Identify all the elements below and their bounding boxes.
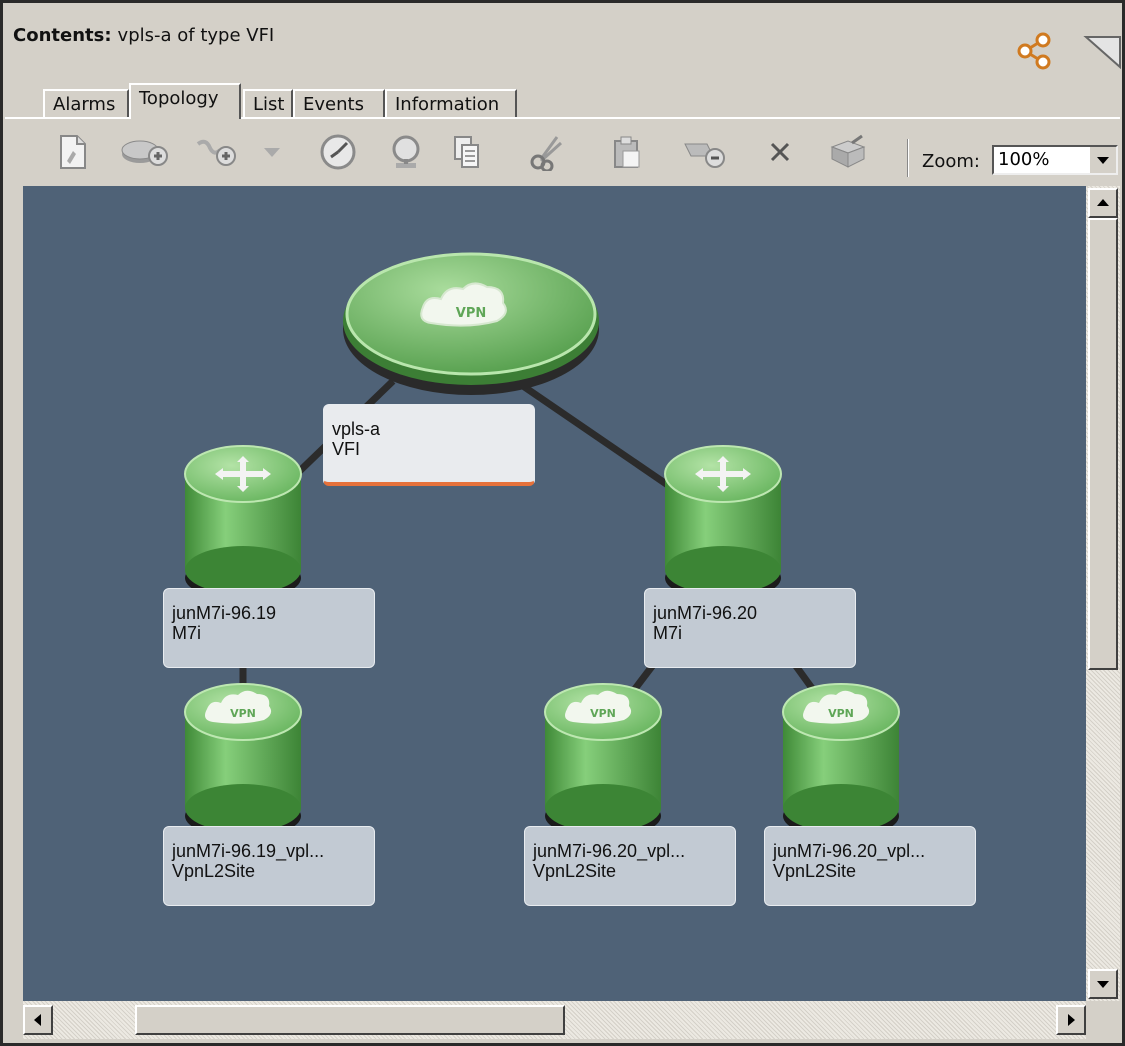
- zoom-dropdown-button[interactable]: [1088, 147, 1116, 173]
- toolbar-separator: [907, 139, 909, 177]
- share-icon[interactable]: [1015, 31, 1055, 71]
- node-junM7i-96.19[interactable]: [184, 445, 302, 600]
- node-junM7i-96.20[interactable]: [664, 445, 782, 600]
- export-icon: [830, 134, 866, 168]
- clock-icon: [320, 134, 356, 170]
- node-vpls-a[interactable]: VPN: [343, 252, 599, 395]
- cut-icon: [530, 136, 563, 171]
- node-type: M7i: [172, 623, 202, 643]
- zoom-value: 100%: [998, 149, 1050, 170]
- new-page-button[interactable]: [51, 131, 93, 173]
- node-type: M7i: [653, 623, 683, 643]
- export-button[interactable]: [827, 131, 869, 173]
- tab-alarms[interactable]: Alarms: [43, 89, 129, 117]
- horizontal-scrollbar[interactable]: [23, 1001, 1086, 1039]
- node-label-site-96.20-a[interactable]: junM7i-96.20_vpl... VpnL2Site: [524, 826, 736, 906]
- node-type: VpnL2Site: [773, 861, 857, 881]
- paste-icon: [614, 136, 640, 168]
- node-label-vpls-a[interactable]: vpls-a VFI: [323, 404, 535, 486]
- node-label-junM7i-96.20[interactable]: junM7i-96.20 M7i: [644, 588, 856, 668]
- vertical-scroll-thumb[interactable]: [1088, 218, 1118, 670]
- node-type: VpnL2Site: [172, 861, 256, 881]
- topology-canvas[interactable]: VPN VPN VPN VPN vpls-a VFI junM7i-96.19 …: [23, 186, 1086, 1001]
- scroll-right-button[interactable]: [1056, 1005, 1086, 1035]
- tab-list[interactable]: List: [243, 89, 293, 117]
- node-site-96.19[interactable]: VPN: [184, 683, 302, 838]
- dropdown-arrow-icon: [264, 148, 280, 157]
- contents-text: vpls-a of type VFI: [117, 25, 275, 46]
- tab-events[interactable]: Events: [293, 89, 385, 117]
- node-site-96.20-b[interactable]: VPN: [782, 683, 900, 838]
- chevron-down-icon: [1097, 157, 1109, 164]
- add-menu-dropdown[interactable]: [255, 131, 289, 173]
- arrow-left-icon: [34, 1014, 41, 1026]
- node-type: VpnL2Site: [533, 861, 617, 881]
- remove-from-group-button[interactable]: [679, 131, 733, 173]
- scroll-down-button[interactable]: [1088, 969, 1118, 999]
- add-device-icon: [121, 140, 168, 166]
- svg-text:VPN: VPN: [590, 707, 616, 720]
- delete-button[interactable]: [759, 131, 801, 173]
- svg-text:VPN: VPN: [230, 707, 256, 720]
- zoom-select[interactable]: 100%: [992, 145, 1118, 175]
- arrow-up-icon: [1097, 199, 1109, 206]
- toolbar: Zoom: 100%: [5, 117, 1120, 189]
- contents-header: Contents: vpls-a of type VFI: [13, 25, 274, 55]
- clock-button[interactable]: [317, 131, 359, 173]
- horizontal-scroll-thumb[interactable]: [135, 1005, 565, 1035]
- arrow-right-icon: [1068, 1014, 1075, 1026]
- tab-information-label: Information: [395, 94, 500, 115]
- add-service-icon: [196, 139, 236, 166]
- cut-button[interactable]: [525, 131, 567, 173]
- topology-window: Contents: vpls-a of type VFI Alarms Topol…: [0, 0, 1125, 1046]
- add-service-button[interactable]: [189, 131, 245, 173]
- node-name: junM7i-96.20_vpl...: [773, 841, 926, 861]
- arrow-down-icon: [1097, 981, 1109, 988]
- magnifier-icon: [392, 135, 420, 168]
- zoom-label: Zoom:: [922, 151, 980, 172]
- node-site-96.20-a[interactable]: VPN: [544, 683, 662, 838]
- node-name: junM7i-96.19_vpl...: [172, 841, 325, 861]
- tab-topology[interactable]: Topology: [129, 83, 241, 119]
- delete-icon: [770, 142, 790, 162]
- search-button[interactable]: [385, 131, 427, 173]
- node-label-junM7i-96.19[interactable]: junM7i-96.19 M7i: [163, 588, 375, 668]
- contents-label: Contents:: [13, 25, 112, 46]
- node-name: junM7i-96.20: [653, 603, 758, 623]
- node-name: vpls-a: [332, 419, 381, 439]
- node-type: VFI: [332, 439, 361, 459]
- svg-text:VPN: VPN: [828, 707, 854, 720]
- collapse-triangle-icon[interactable]: [1080, 29, 1122, 73]
- tab-information[interactable]: Information: [385, 89, 517, 117]
- scrollbar-corner: [1086, 1001, 1120, 1039]
- scroll-up-button[interactable]: [1088, 188, 1118, 218]
- node-label-site-96.20-b[interactable]: junM7i-96.20_vpl... VpnL2Site: [764, 826, 976, 906]
- tab-alarms-label: Alarms: [53, 94, 116, 115]
- tab-list-label: List: [253, 94, 285, 115]
- node-label-site-96.19[interactable]: junM7i-96.19_vpl... VpnL2Site: [163, 826, 375, 906]
- add-device-button[interactable]: [117, 131, 173, 173]
- tab-topology-label: Topology: [139, 88, 219, 109]
- svg-text:VPN: VPN: [456, 306, 486, 321]
- remove-from-group-icon: [684, 143, 725, 168]
- copy-button[interactable]: [445, 131, 487, 173]
- tab-events-label: Events: [303, 94, 364, 115]
- vertical-scrollbar[interactable]: [1086, 186, 1120, 1001]
- copy-icon: [454, 136, 479, 168]
- node-name: junM7i-96.20_vpl...: [533, 841, 686, 861]
- node-name: junM7i-96.19: [172, 603, 277, 623]
- scroll-left-button[interactable]: [23, 1005, 53, 1035]
- paste-button[interactable]: [605, 131, 647, 173]
- new-page-icon: [60, 135, 86, 169]
